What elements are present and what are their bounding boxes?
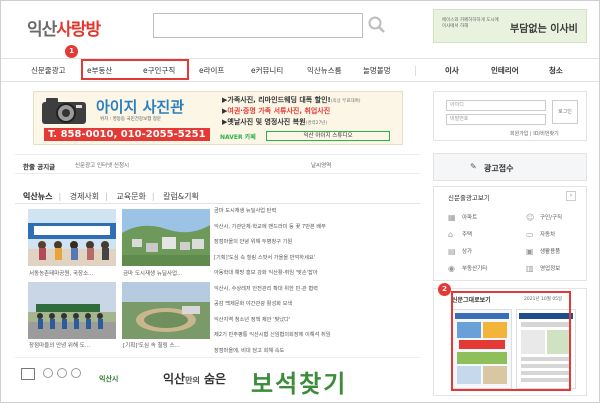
list-item[interactable]: 제2기 민주평통 익산시협 신임협의회장에 이해석 취임 <box>214 328 414 344</box>
nav-item-interior[interactable]: 인테리어 <box>491 65 519 76</box>
tab-iksan-news[interactable]: 익산뉴스 <box>23 192 52 201</box>
category-car[interactable]: ▭ 자동차 <box>526 230 555 239</box>
list-item[interactable]: 아동학대 예방 홍보 강화 익산활-취임 '맞손'잡아 <box>214 266 414 282</box>
login-panel: 아이디 비밀번호 로그인 회원가입 | ID/비번찾기 <box>433 91 587 141</box>
banner-slogan: 익산만의 숨은 <box>163 372 227 386</box>
list-item[interactable]: 공감 백제문화 야간관광 활성화 모색 <box>214 297 414 313</box>
person-icon: ☺ <box>526 212 535 222</box>
annotation-badge-1: 1 <box>65 45 78 58</box>
nav-divider <box>415 66 416 76</box>
car-icon: ▭ <box>526 229 534 239</box>
highlight-box-nav <box>81 59 189 80</box>
news-caption-2[interactable]: 금마 도시재생 뉴딜사업... <box>123 269 182 277</box>
classified-header[interactable]: 신문줄광고보기 <box>448 192 490 202</box>
briefcase-icon: ▥ <box>526 263 534 273</box>
category-realestate-other[interactable]: ◉ 부동산기타 <box>448 264 487 273</box>
password-input[interactable]: 비밀번호 <box>446 114 546 125</box>
category-store[interactable]: ▤ 상가 <box>448 247 472 256</box>
tab-column-feature[interactable]: 칼럼&기획 <box>163 192 199 201</box>
news-caption-3[interactable]: 장점마을의 안녕 위해 도... <box>29 341 90 349</box>
chevron-right-icon[interactable]: › <box>566 191 576 201</box>
nav-item-moving[interactable]: 이사 <box>445 65 459 76</box>
news-thumbnail-3[interactable] <box>28 282 116 339</box>
category-business[interactable]: ▥ 영업정보 <box>526 264 560 273</box>
tab-economy-society[interactable]: 경제사회 <box>70 192 99 201</box>
news-caption-4[interactable]: [기획]'도심 속 힐링 스... <box>123 341 180 349</box>
banner-title: 아이지 사진관 <box>96 98 185 116</box>
list-item[interactable]: 익산시, 수상레저 안전관리 확대 위한 민·관 협력 <box>214 282 414 298</box>
category-goods[interactable]: ▣ 생활용품 <box>526 247 560 256</box>
id-input[interactable]: 아이디 <box>446 100 546 111</box>
store-icon: ▤ <box>448 246 456 256</box>
notice-bar: 한줄 공지글 신문광고 인터넷 신청시 날씨영역 <box>15 154 420 174</box>
weather-area: 날씨영역 <box>311 163 332 169</box>
search-input[interactable] <box>153 13 363 38</box>
login-button[interactable]: 로그인 <box>552 100 578 124</box>
nav-item-play[interactable]: 놀멍볼멍 <box>363 65 391 76</box>
list-item[interactable]: 금마 도시재생 뉴딜사업 탄력 <box>214 204 414 220</box>
nav-item-cleaning[interactable]: 청소 <box>549 65 563 76</box>
list-item[interactable]: 익산시, 기관단체·학교에 맨드라미 등 꽃 7만본 배부 <box>214 220 414 236</box>
classified-categories: 신문줄광고보기 › ▦ 아파트 ☺ 구인/구직 ⌂ 주택 ▭ 자동차 ▤ 상가 ▣ 생활용품… <box>433 186 587 281</box>
tab-education-culture[interactable]: 교육문화 <box>116 192 145 201</box>
box-icon: ▣ <box>526 246 534 256</box>
nav-item-newsroom[interactable]: 익산뉴스룸 <box>307 65 342 76</box>
banner-phone: T. 858-0010, 010-2055-5251 <box>44 128 210 141</box>
banner-line-2: ▶여권·증명 가족 서류사진, 취업사진 <box>222 107 331 115</box>
category-jobs[interactable]: ☺ 구인/구직 <box>526 213 562 222</box>
camera-icon <box>40 96 88 126</box>
banner-headline: 보석찾기 <box>251 370 348 398</box>
emblem-icon <box>71 368 81 378</box>
news-thumbnail-4[interactable] <box>122 282 210 339</box>
site-logo[interactable]: 익산사랑방 <box>27 15 101 40</box>
house-icon: ⌂ <box>448 229 454 239</box>
notice-text[interactable]: 신문광고 인터넷 신청시 <box>75 161 129 169</box>
annotation-badge-2: 2 <box>438 283 451 296</box>
naver-cafe-label: NAVER 카페 <box>220 134 256 141</box>
emblem-icon <box>57 368 67 378</box>
city-banner[interactable]: 익산시 익산만의 숨은 보석찾기 <box>15 357 420 402</box>
notice-label: 한줄 공지글 <box>23 163 56 171</box>
photo-studio-banner[interactable]: 아이지 사진관 위치 : 영등동 국민건강보험 정문 T. 858-0010, … <box>33 91 403 145</box>
news-caption-1[interactable]: 서동농촌테마공원, 국장소... <box>29 269 93 277</box>
list-item[interactable]: 익산지역 청소년 정책 제안 '빛났다' <box>214 313 414 329</box>
nav-item-newspaper-ads[interactable]: 신문줄광고 <box>31 65 66 76</box>
account-links[interactable]: 회원가입 | ID/비번찾기 <box>510 130 559 137</box>
banner-line-3: ▶옛날사진 및 영정사진 복원(경력27년) <box>222 118 328 126</box>
ad-submit-button[interactable]: ✎ 광고접수 <box>433 153 587 181</box>
building-icon: ▦ <box>448 212 456 222</box>
unesco-logo-icon <box>21 368 35 380</box>
banner-line-1: ▶가족사진, 리마인드웨딩 대폭 할인!(의상 무료대여) <box>222 96 361 104</box>
news-thumbnail-1[interactable] <box>28 209 116 266</box>
nav-item-life[interactable]: e라이프 <box>199 65 224 76</box>
news-list: 금마 도시재생 뉴딜사업 탄력 익산시, 기관단체·학교에 맨드라미 등 꽃 7… <box>214 204 414 359</box>
studio-name-box: 익산 아이지 스튜디오 <box>266 131 390 141</box>
list-item[interactable]: [기획]'도심 속 힐링 스팟서 가을을 만끽하세요' <box>214 251 414 267</box>
pin-icon: ◉ <box>448 263 455 273</box>
nav-item-community[interactable]: e커뮤니티 <box>251 65 283 76</box>
top-ad-banner[interactable]: 에이스와 카페하하하게 도시에 이사에서 하해 부담없는 이사비 <box>433 9 587 43</box>
news-tabs: 익산뉴스 | 경제사회 | 교육문화 | 칼럼&기획 <box>23 192 199 201</box>
category-house[interactable]: ⌂ 주택 <box>448 230 472 239</box>
search-icon[interactable] <box>367 15 387 35</box>
category-apartment[interactable]: ▦ 아파트 <box>448 213 477 222</box>
page-frame: 익산사랑방 에이스와 카페하하하게 도시에 이사에서 하해 부담없는 이사비 신… <box>0 0 600 403</box>
highlight-box-newspaper <box>451 291 571 391</box>
city-name: 익산시 <box>99 375 119 383</box>
emblem-icon <box>43 368 53 378</box>
news-thumbnail-2[interactable] <box>122 209 210 266</box>
list-item[interactable]: 장점마을의 안녕 위해 두병창구 기원 <box>214 235 414 251</box>
pencil-icon: ✎ <box>470 162 477 171</box>
banner-location: 위치 : 영등동 국민건강보험 정문 <box>100 117 162 122</box>
